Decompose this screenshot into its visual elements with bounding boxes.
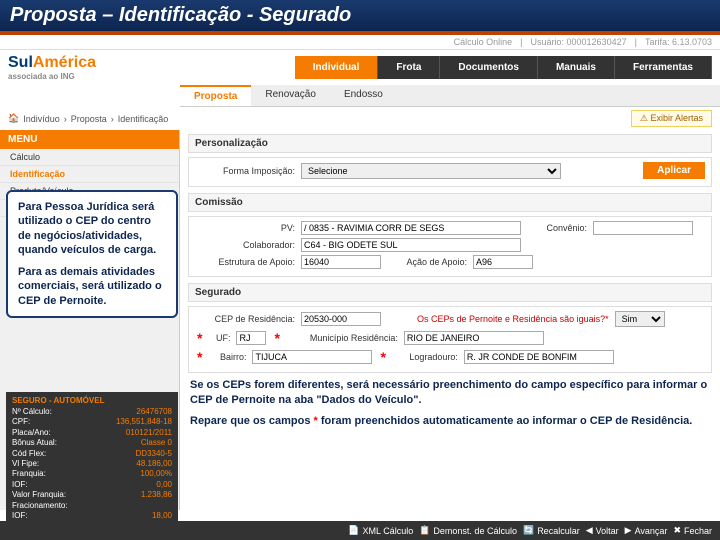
star-icon: * xyxy=(380,349,385,365)
star-icon: * xyxy=(314,415,318,427)
status-tarifa: Tarifa: 6.13.0703 xyxy=(645,37,712,47)
avancar-button[interactable]: ▶Avançar xyxy=(625,525,668,536)
pv-label: PV: xyxy=(195,223,295,233)
explanation: Se os CEPs forem diferentes, será necess… xyxy=(190,378,710,429)
aplicar-button[interactable]: Aplicar xyxy=(643,162,705,179)
section-comissao: Comissão xyxy=(188,193,712,212)
summary-box: SEGURO - AUTOMÓVEL Nº Cálculo:26476708CP… xyxy=(6,392,178,536)
summary-head: SEGURO - AUTOMÓVEL xyxy=(12,396,172,405)
bairro-label: Bairro: xyxy=(210,352,246,362)
fechar-button[interactable]: ✖Fechar xyxy=(673,525,712,536)
section-personalizacao: Personalização xyxy=(188,134,712,153)
star-icon: * xyxy=(197,349,202,365)
callout-pj: Para Pessoa Jurídica será utilizado o CE… xyxy=(6,190,178,318)
cc-label: Colaborador: xyxy=(195,240,295,250)
cep-input[interactable] xyxy=(301,312,381,326)
tab-manuais[interactable]: Manuais xyxy=(538,56,615,79)
mun-label: Município Residência: xyxy=(288,333,398,343)
breadcrumb: 🏠 Indivíduo› Proposta› Identificação ⚠ E… xyxy=(0,107,720,130)
subtab-proposta[interactable]: Proposta xyxy=(180,85,251,106)
log-label: Logradouro: xyxy=(394,352,458,362)
forma-label: Forma Imposição: xyxy=(195,166,295,176)
tab-individual[interactable]: Individual xyxy=(295,56,379,79)
forma-select[interactable]: Selecione xyxy=(301,163,561,179)
logo-sub: associada ao ING xyxy=(8,72,96,81)
status-user: Usuário: 000012630427 xyxy=(531,37,627,47)
logo-row: SulAmérica associada ao ING Individual F… xyxy=(0,50,720,85)
star-icon: * xyxy=(197,330,202,346)
main-tabs: Individual Frota Documentos Manuais Ferr… xyxy=(295,56,712,79)
bairro-input[interactable] xyxy=(252,350,372,364)
subtab-renovacao[interactable]: Renovação xyxy=(251,85,330,106)
acao-input[interactable] xyxy=(473,255,533,269)
menu-identificacao[interactable]: Identificação xyxy=(0,166,179,183)
tab-frota[interactable]: Frota xyxy=(378,56,440,79)
subtab-endosso[interactable]: Endosso xyxy=(330,85,397,106)
acao-label: Ação de Apoio: xyxy=(387,257,467,267)
logo: SulAmérica associada ao ING xyxy=(8,54,96,81)
menu-header: MENU xyxy=(0,130,179,149)
menu-calculo[interactable]: Cálculo xyxy=(0,149,179,166)
footer-bar: 📄XML Cálculo 📋Demonst. de Cálculo 🔄Recal… xyxy=(0,521,720,540)
pv-input[interactable] xyxy=(301,221,521,235)
cc-input[interactable] xyxy=(301,238,521,252)
est-label: Estrutura de Apoio: xyxy=(195,257,295,267)
star-icon: * xyxy=(274,330,279,346)
est-input[interactable] xyxy=(301,255,381,269)
top-status-bar: Cálculo Online| Usuário: 000012630427| T… xyxy=(0,35,720,50)
content: Personalização Forma Imposição: Selecion… xyxy=(180,130,720,510)
tab-documentos[interactable]: Documentos xyxy=(440,56,538,79)
mun-input[interactable] xyxy=(404,331,544,345)
alerts-button[interactable]: ⚠ Exibir Alertas xyxy=(631,110,712,127)
log-input[interactable] xyxy=(464,350,614,364)
conv-label: Convênio: xyxy=(527,223,587,233)
uf-label: UF: xyxy=(210,333,230,343)
sub-tabs: Proposta Renovação Endosso xyxy=(180,85,720,107)
cep-note: Os CEPs de Pernoite e Residência são igu… xyxy=(417,314,609,324)
page-banner: Proposta – Identificação - Segurado xyxy=(0,0,720,35)
cep-note-select[interactable]: Sim xyxy=(615,311,665,327)
banner-title: Proposta – Identificação - Segurado xyxy=(10,4,710,27)
tab-ferramentas[interactable]: Ferramentas xyxy=(615,56,712,79)
voltar-button[interactable]: ◀Voltar xyxy=(586,525,619,536)
demo-button[interactable]: 📋Demonst. de Cálculo xyxy=(419,525,517,536)
cep-label: CEP de Residência: xyxy=(195,314,295,324)
xml-button[interactable]: 📄XML Cálculo xyxy=(348,525,413,536)
uf-input[interactable] xyxy=(236,331,266,345)
recalc-button[interactable]: 🔄Recalcular xyxy=(523,525,580,536)
warning-icon: ⚠ xyxy=(640,113,648,123)
conv-input[interactable] xyxy=(593,221,693,235)
section-segurado: Segurado xyxy=(188,283,712,302)
status-calc: Cálculo Online xyxy=(454,37,513,47)
